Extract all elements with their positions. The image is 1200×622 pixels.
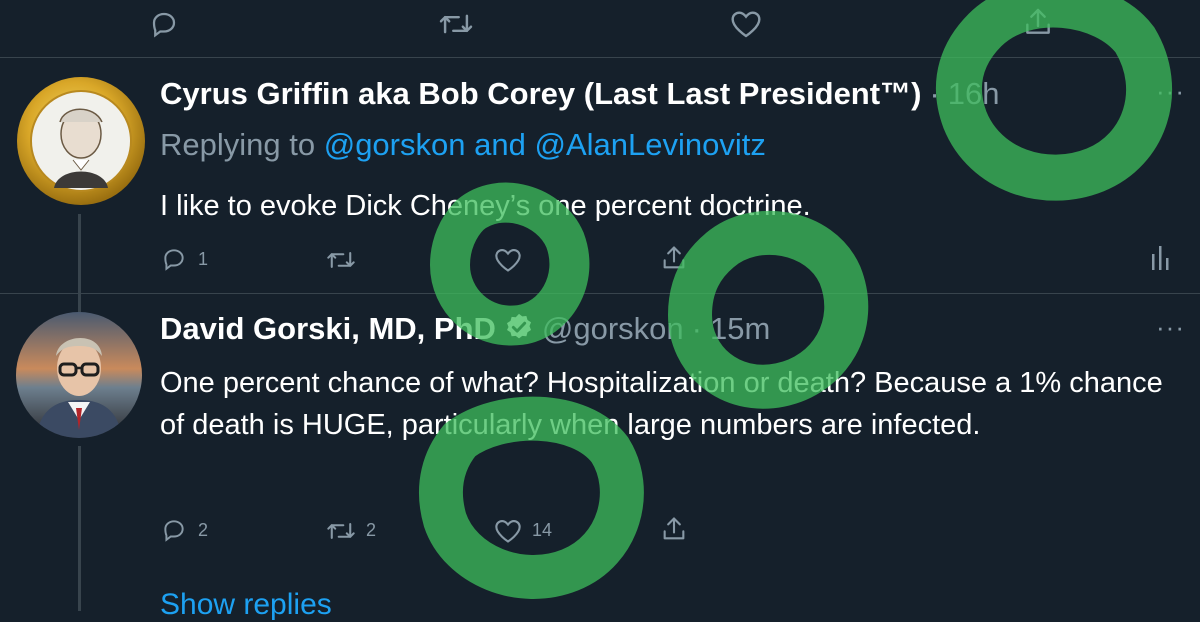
timestamp[interactable]: 16h [948, 76, 1000, 112]
reply-icon[interactable] [160, 517, 188, 543]
more-icon[interactable]: ··· [1156, 312, 1185, 343]
share-icon[interactable] [660, 244, 688, 272]
more-icon[interactable]: ··· [1156, 76, 1185, 107]
divider [0, 57, 1200, 58]
like-icon[interactable] [494, 247, 522, 273]
like-icon[interactable] [494, 518, 522, 544]
like-icon[interactable] [730, 9, 762, 39]
author-name[interactable]: David Gorski, MD, PhD [160, 311, 496, 347]
avatar[interactable] [16, 312, 142, 438]
share-icon[interactable] [660, 515, 688, 543]
mention-and: and [474, 127, 526, 162]
divider [0, 293, 1200, 294]
thread-line [78, 214, 81, 294]
photo-avatar [16, 312, 142, 438]
like-count: 14 [532, 520, 553, 540]
timestamp[interactable]: 15m [710, 311, 770, 347]
show-replies-link[interactable]: Show replies [160, 588, 332, 622]
separator-dot: · [929, 76, 940, 111]
mention-link[interactable]: @AlanLevinovitz [534, 127, 765, 162]
replying-prefix: Replying to [160, 127, 316, 162]
tweet-header: Cyrus Griffin aka Bob Corey (Last Last P… [160, 76, 999, 112]
retweet-icon[interactable] [326, 247, 356, 273]
share-icon[interactable] [1022, 6, 1054, 38]
analytics-icon[interactable] [1150, 244, 1170, 272]
author-name[interactable]: Cyrus Griffin aka Bob Corey (Last Last P… [160, 76, 921, 112]
tweet-text: One percent chance of what? Hospitalizat… [160, 367, 1163, 441]
thread-line [78, 294, 81, 312]
avatar[interactable] [16, 76, 146, 206]
reply-icon[interactable] [148, 9, 180, 39]
mention-link[interactable]: @gorskon [324, 127, 466, 162]
reply-count: 2 [198, 520, 209, 540]
retweet-count: 2 [366, 520, 377, 540]
retweet-icon[interactable] [438, 9, 474, 39]
retweet-icon[interactable] [326, 518, 356, 544]
reply-icon[interactable] [160, 246, 188, 272]
replying-to: Replying to @gorskon and @AlanLevinovitz [160, 127, 766, 163]
author-handle[interactable]: @gorskon [542, 311, 684, 347]
verified-badge-icon [504, 312, 534, 347]
coin-portrait-avatar [17, 77, 145, 205]
separator-dot: · [691, 311, 702, 346]
tweet-header: David Gorski, MD, PhD @gorskon · 15m [160, 311, 770, 347]
tweet-text: I like to evoke Dick Cheney’s one percen… [160, 190, 811, 222]
thread-line [78, 446, 81, 611]
reply-count: 1 [198, 249, 209, 269]
